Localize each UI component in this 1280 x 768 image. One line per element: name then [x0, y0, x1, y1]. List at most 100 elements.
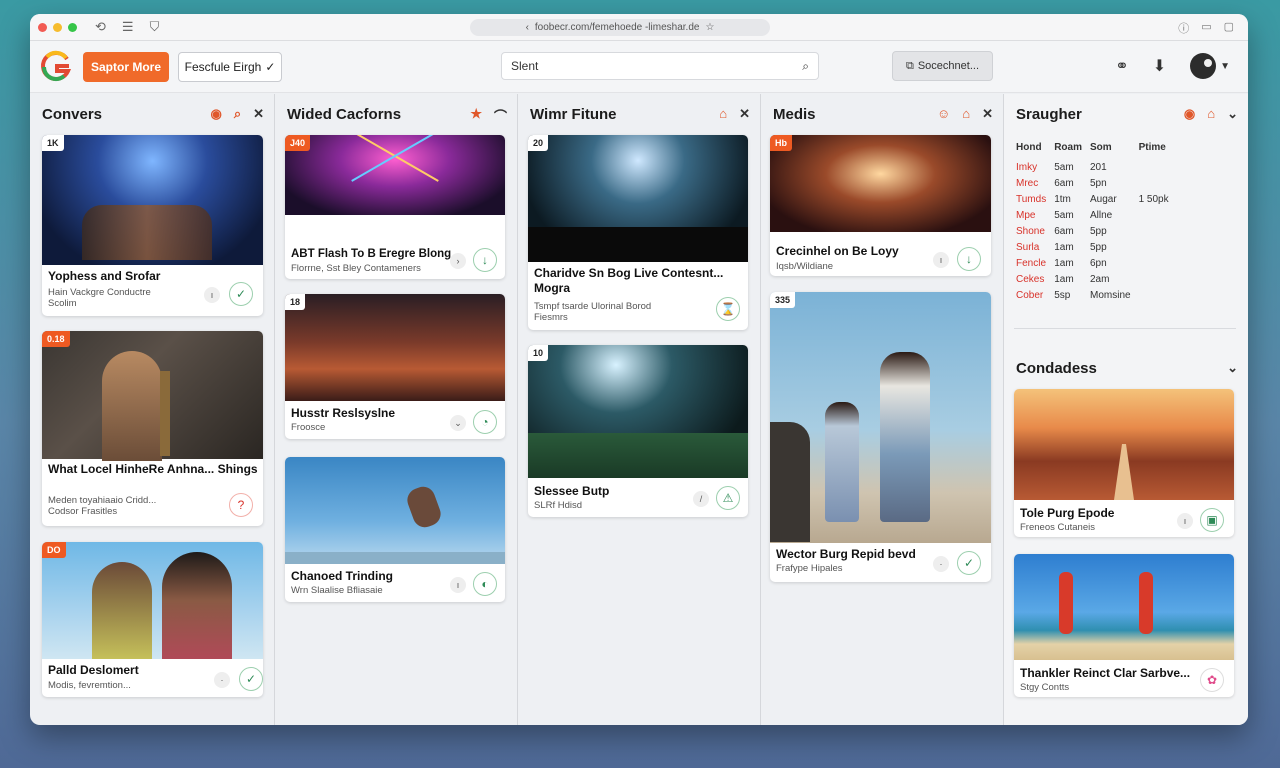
media-card[interactable]: 0.18 What Locel HinheRe Anhna... Shings … — [42, 331, 263, 526]
minimize-window-button[interactable] — [53, 22, 62, 32]
column-header: Convers ◉ ⌕ ✕ — [30, 94, 274, 134]
schedule-row[interactable]: Fencle 1am 6pn — [1016, 255, 1177, 271]
column-header: Wided Cacforns ★ ⌒ — [275, 94, 517, 134]
maximize-window-button[interactable] — [68, 22, 77, 32]
media-card[interactable]: 20 Charidve Sn Bog Live Contesnt... Mogr… — [528, 135, 748, 330]
chevron-down-icon[interactable]: ⌄ — [450, 415, 466, 431]
star-icon[interactable]: ☆ — [705, 22, 714, 33]
schedule-row[interactable]: Cober 5sp Momsine — [1016, 287, 1177, 303]
close-window-button[interactable] — [38, 22, 47, 32]
collapse-icon[interactable]: ⌒ — [494, 106, 507, 125]
media-card[interactable]: J40 ABT Flash To B Eregre Blong Florrne,… — [285, 135, 505, 279]
play-icon[interactable]: ◔ — [473, 410, 497, 434]
gift-icon[interactable]: ◉ — [1184, 106, 1195, 122]
play-icon[interactable]: ✓ — [239, 667, 263, 691]
close-icon[interactable]: ✕ — [739, 106, 750, 122]
bell-icon[interactable]: ⌂ — [719, 106, 727, 122]
media-card[interactable]: 335 Wector Burg Repid bevd Frafype Hipal… — [770, 292, 991, 582]
schedule-cell — [1139, 223, 1177, 239]
share-icon[interactable]: ▢ — [1224, 20, 1234, 36]
media-card[interactable]: Hb Crecinhel on Be Loyy Iqsb/Wildiane ı … — [770, 135, 991, 276]
schedule-row[interactable]: Mrec 6am 5pn — [1016, 175, 1177, 191]
info-icon[interactable]: ⓘ — [1178, 20, 1189, 36]
photos-icon[interactable]: ✿ — [1200, 668, 1224, 692]
tabs-icon[interactable]: ▭ — [1201, 20, 1211, 36]
chevron-down-icon[interactable]: ⌄ — [1227, 106, 1238, 122]
account-menu[interactable]: ▼ — [1190, 53, 1230, 79]
star-icon[interactable]: ★ — [470, 106, 482, 125]
screenshot-button[interactable]: ⧉ Socechnet... — [892, 51, 993, 81]
chevron-down-icon: ✓ — [265, 60, 276, 74]
smile-icon[interactable]: ☺ — [937, 106, 950, 122]
more-icon[interactable]: · — [933, 556, 949, 572]
media-card[interactable]: 1K Yophess and Srofar Hain Vackgre Condu… — [42, 135, 263, 316]
shield-icon[interactable]: ⛉ — [150, 19, 160, 35]
more-icon[interactable]: ı — [1177, 513, 1193, 529]
card-subtitle: Froosce — [291, 422, 326, 433]
schedule-name-cell: Tumds — [1016, 193, 1047, 205]
schedule-row[interactable]: Shone 6am 5pp — [1016, 223, 1177, 239]
play-icon[interactable]: ✓ — [229, 282, 253, 306]
play-icon[interactable]: ↓ — [957, 247, 981, 271]
engine-select[interactable]: Fescfule Eirgh ✓ — [178, 52, 282, 82]
more-icon[interactable]: ı — [450, 577, 466, 593]
app-toolbar: Saptor More Fescfule Eirgh ✓ Slent ⌕ ⧉ S… — [30, 41, 1248, 93]
close-icon[interactable]: ✕ — [982, 106, 993, 122]
schedule-row[interactable]: Cekes 1am 2am — [1016, 271, 1177, 287]
more-icon[interactable]: ı — [933, 252, 949, 268]
media-card[interactable]: Chanoed Trinding Wrn Slaalise Bfliasaie … — [285, 457, 505, 602]
menu-icon[interactable]: ☰ — [122, 19, 134, 35]
search-icon[interactable]: ⌕ — [234, 106, 241, 122]
play-icon[interactable]: ✓ — [957, 551, 981, 575]
card-title: Yophess and Srofar — [48, 269, 161, 283]
more-icon[interactable]: / — [693, 491, 709, 507]
schedule-name-cell: Mrec — [1016, 177, 1039, 189]
chevron-down-icon[interactable]: ⌄ — [1227, 360, 1238, 376]
schedule-cell: Allne — [1090, 209, 1113, 221]
column-title: Medis — [773, 105, 816, 123]
url-text: foobecr.com/femehoede -limeshar.de — [534, 22, 700, 33]
schedule-header: Som — [1090, 142, 1112, 153]
url-bar[interactable]: ‹ foobecr.com/femehoede -limeshar.de ☆ — [470, 19, 770, 36]
history-icon[interactable]: ⟲ — [95, 19, 106, 35]
media-card[interactable]: Tole Purg Epode Freneos Cutaneis ı ▣ — [1014, 389, 1234, 537]
schedule-cell: 5am — [1054, 209, 1074, 221]
bell-icon[interactable]: ⌂ — [962, 106, 970, 122]
play-icon[interactable]: ⌛ — [716, 297, 740, 321]
schedule-row[interactable]: Surla 1am 5pp — [1016, 239, 1177, 255]
card-badge: 10 — [528, 345, 549, 361]
chevron-down-icon: ▼ — [1220, 60, 1230, 72]
more-icon[interactable]: · — [214, 672, 230, 688]
play-icon[interactable]: ⚠ — [716, 486, 740, 510]
play-icon[interactable]: ◐ — [473, 572, 497, 596]
schedule-cell: 5pn — [1090, 177, 1107, 189]
avatar[interactable] — [1190, 53, 1217, 79]
search-input[interactable]: Slent ⌕ — [501, 52, 819, 80]
more-icon[interactable]: › — [450, 253, 466, 269]
media-card[interactable]: 10 Slessee Butp SLRf Hdisd / ⚠ — [528, 345, 748, 517]
bell-icon[interactable]: ⌂ — [1207, 106, 1215, 122]
media-card[interactable]: DO Palld Deslomert Modis, fevremtion... … — [42, 542, 263, 697]
link-icon[interactable]: ⚭ — [1115, 56, 1128, 76]
card-title: Slessee Butp — [534, 484, 610, 498]
back-icon[interactable]: ‹ — [526, 22, 529, 33]
more-icon[interactable]: ı — [204, 287, 220, 303]
close-icon[interactable]: ✕ — [253, 106, 264, 122]
play-icon[interactable]: ↓ — [473, 248, 497, 272]
schedule-row[interactable]: Imky 5am 201 — [1016, 159, 1177, 175]
schedule-row[interactable]: Tumds 1tm Augar 1 50pk — [1016, 191, 1177, 207]
column-header: Wimr Fitune ⌂ ✕ — [518, 94, 760, 134]
gift-icon[interactable]: ◉ — [210, 106, 221, 122]
download-icon[interactable]: ⬇ — [1153, 56, 1166, 76]
play-icon[interactable]: ▣ — [1200, 508, 1224, 532]
primary-action-button[interactable]: Saptor More — [83, 52, 169, 82]
schedule-cell — [1139, 287, 1177, 303]
card-badge: DO — [42, 542, 66, 558]
schedule-cell: 201 — [1090, 161, 1107, 173]
media-card[interactable]: 18 Husstr Reslsyslne Froosce ⌄ ◔ — [285, 294, 505, 439]
card-title: What Locel HinheRe Anhna... Shings — [48, 462, 258, 476]
schedule-cell: 5pp — [1090, 241, 1107, 253]
media-card[interactable]: Thankler Reinct Clar Sarbve... Stgy Cont… — [1014, 554, 1234, 697]
schedule-row[interactable]: Mpe 5am Allne — [1016, 207, 1177, 223]
help-icon[interactable]: ? — [229, 493, 253, 517]
